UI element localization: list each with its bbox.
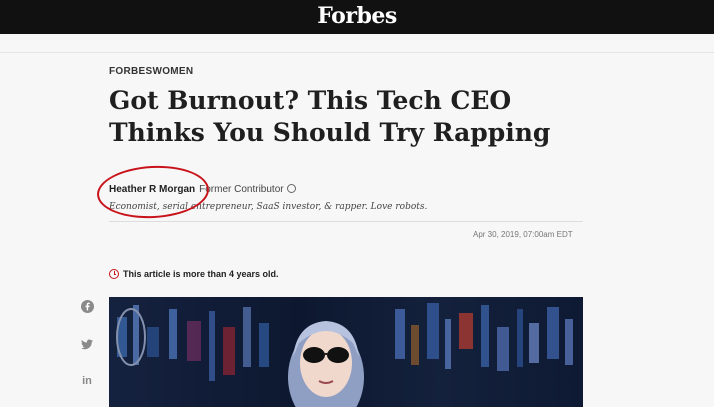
site-header: Forbes [0,0,714,34]
article-headline: Got Burnout? This Tech CEO Thinks You Sh… [109,86,551,147]
highlight-circle-annotation [95,163,211,221]
forbes-logo[interactable]: Forbes [317,3,397,29]
linkedin-icon: in [82,375,92,387]
hero-photo-graphic [116,303,573,407]
header-divider [0,52,714,53]
publish-date: Apr 30, 2019, 07:00am EDT [473,230,573,239]
clock-icon [109,269,119,279]
hero-image [109,297,583,407]
section-label[interactable]: FORBESWOMEN [109,66,193,77]
info-icon[interactable] [286,183,296,193]
author-role: Former Contributor [199,184,284,195]
facebook-icon [80,299,94,313]
linkedin-share-button[interactable]: in [80,374,94,388]
twitter-icon [81,339,93,349]
twitter-share-button[interactable] [80,337,94,351]
byline-divider [109,221,583,222]
article-age-notice: This article is more than 4 years old. [109,269,279,279]
facebook-share-button[interactable] [80,299,94,313]
age-notice-text: This article is more than 4 years old. [123,269,279,279]
